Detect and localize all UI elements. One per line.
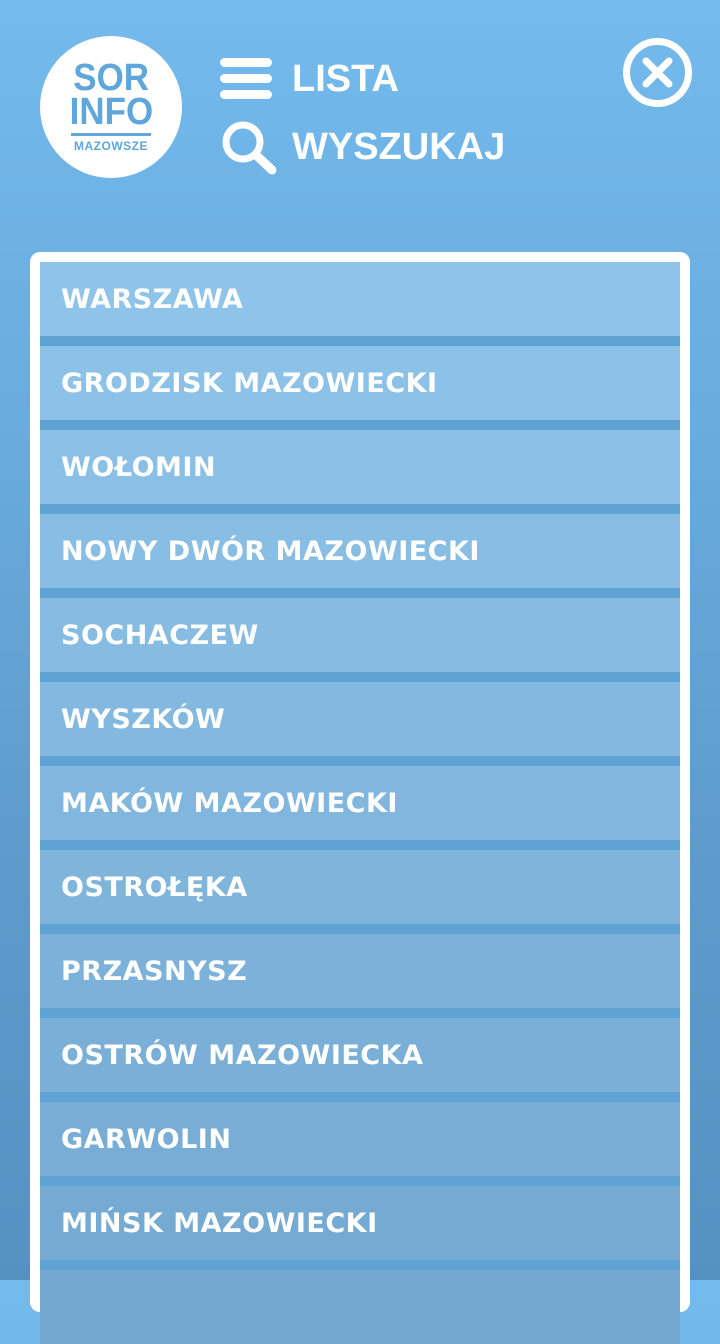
city-list-item[interactable]: MIŃSK MAZOWIECKI	[40, 1186, 680, 1260]
search-icon	[220, 118, 280, 176]
logo-subtitle: MAZOWSZE	[74, 139, 148, 153]
city-list-item[interactable]: WOŁOMIN	[40, 430, 680, 504]
city-list-item[interactable]: WYSZKÓW	[40, 682, 680, 756]
city-list-item[interactable]: MAKÓW MAZOWIECKI	[40, 766, 680, 840]
city-list-item[interactable]: SOCHACZEW	[40, 598, 680, 672]
logo-line-2: INFO	[69, 91, 153, 133]
search-menu-label: WYSZUKAJ	[292, 125, 506, 168]
city-list-item[interactable]: NOWY DWÓR MAZOWIECKI	[40, 514, 680, 588]
list-menu-button[interactable]: LISTA	[220, 50, 399, 108]
logo-divider	[71, 133, 151, 136]
city-list-item[interactable]	[40, 1270, 680, 1344]
city-list-item[interactable]: OSTROŁĘKA	[40, 850, 680, 924]
city-list-item[interactable]: OSTRÓW MAZOWIECKA	[40, 1018, 680, 1092]
city-list-item[interactable]: WARSZAWA	[40, 262, 680, 336]
city-list-item[interactable]: GRODZISK MAZOWIECKI	[40, 346, 680, 420]
close-icon	[623, 38, 692, 107]
logo-line-1: SOR	[73, 57, 149, 99]
city-list-item[interactable]: GARWOLIN	[40, 1102, 680, 1176]
hamburger-icon	[220, 50, 280, 108]
city-list: WARSZAWA GRODZISK MAZOWIECKI WOŁOMIN NOWY D…	[40, 262, 680, 1344]
app-logo: SOR INFO MAZOWSZE	[40, 36, 182, 178]
close-button[interactable]	[622, 37, 693, 108]
list-menu-label: LISTA	[292, 57, 399, 100]
search-menu-button[interactable]: WYSZUKAJ	[220, 118, 505, 176]
city-list-item[interactable]: PRZASNYSZ	[40, 934, 680, 1008]
city-list-panel: WARSZAWA GRODZISK MAZOWIECKI WOŁOMIN NOWY D…	[30, 252, 690, 1344]
